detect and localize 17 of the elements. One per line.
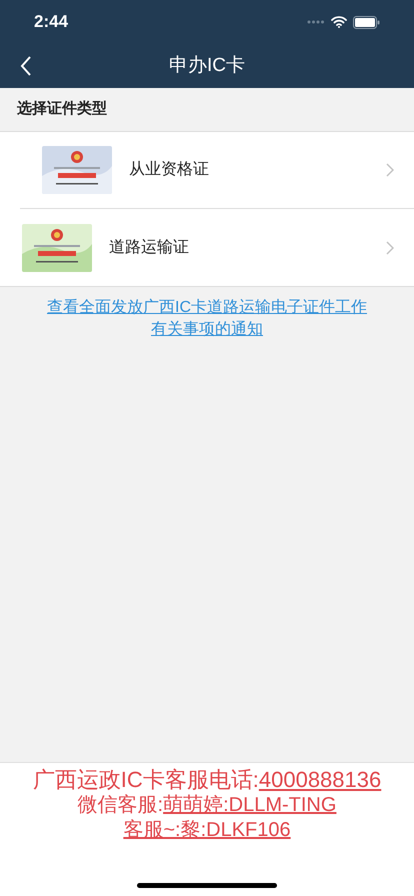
contact-link[interactable]: 客服~:黎:DLKF106 — [123, 818, 291, 843]
chevron-icon — [386, 240, 394, 254]
chevron-icon — [386, 163, 394, 177]
contact-link[interactable]: 萌萌婷:DLLM-TING — [163, 793, 336, 818]
signal-icon — [307, 19, 325, 25]
certificate-item[interactable]: 从业资格证 — [20, 132, 414, 209]
page-title: 申办IC卡 — [169, 54, 245, 78]
back-icon — [20, 56, 32, 76]
battery-icon — [353, 16, 380, 28]
footer-label: 广西运政IC卡客服电话: — [32, 766, 259, 793]
certificate-item[interactable]: 道路运输证 — [0, 209, 414, 286]
wifi-icon — [331, 16, 347, 28]
notice-link[interactable]: 查看全面发放广西IC卡道路运输电子证件工作有关事项的通知 — [42, 297, 372, 341]
status-time: 2:44 — [34, 11, 68, 34]
contact-link[interactable]: 4000888136 — [258, 766, 382, 793]
section-header: 选择证件类型 — [17, 99, 107, 120]
footer-label: 微信客服: — [78, 793, 164, 818]
